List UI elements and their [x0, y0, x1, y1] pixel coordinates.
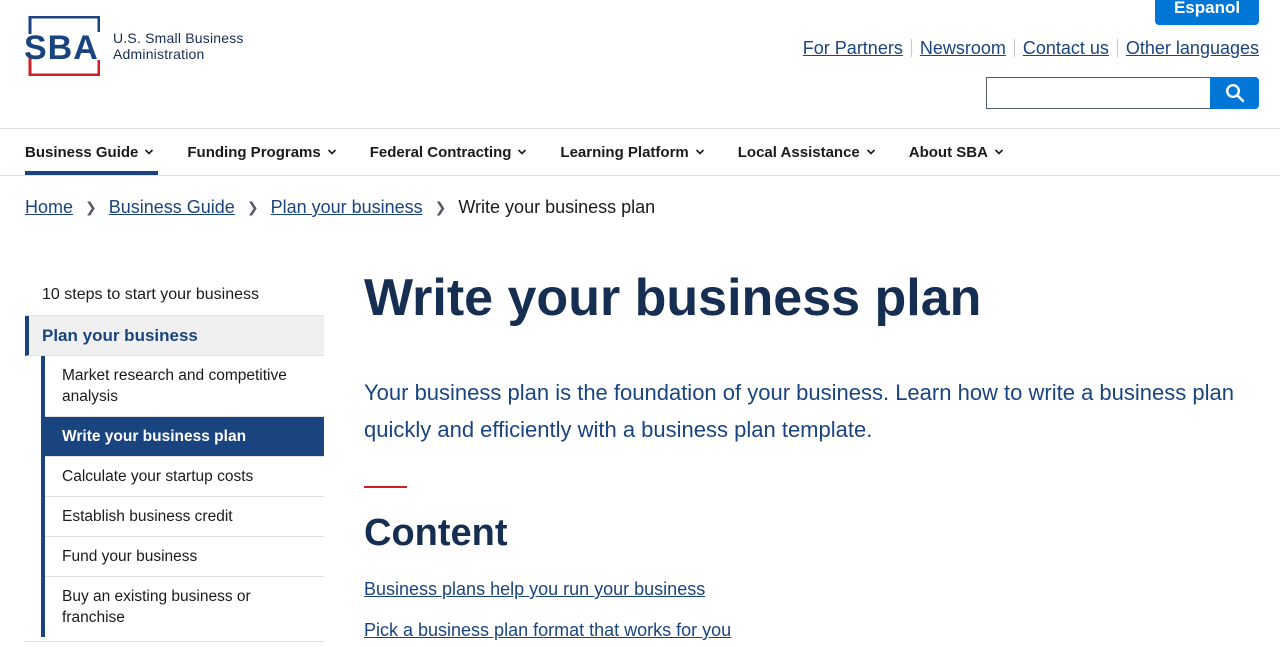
nav-local-assistance[interactable]: Local Assistance: [738, 129, 876, 175]
for-partners-link[interactable]: For Partners: [795, 37, 911, 59]
page-title: Write your business plan: [364, 269, 982, 327]
chevron-down-icon: [866, 149, 875, 155]
sidenav-sublist: Market research and competitive analysis…: [41, 356, 324, 637]
espanol-button[interactable]: Espanol: [1155, 0, 1259, 25]
breadcrumb: Home ❯ Business Guide ❯ Plan your busine…: [25, 197, 655, 218]
sba-logo[interactable]: SBA: [24, 16, 100, 76]
nav-learning-platform[interactable]: Learning Platform: [560, 129, 704, 175]
other-languages-link[interactable]: Other languages: [1118, 37, 1259, 59]
chevron-down-icon: [994, 149, 1003, 155]
search-icon: [1225, 83, 1244, 103]
search-form: [986, 77, 1259, 109]
logo-line-1: U.S. Small Business: [113, 30, 244, 46]
search-button[interactable]: [1210, 77, 1259, 109]
content-links: Business plans help you run your busines…: [364, 578, 1264, 641]
nav-about-sba[interactable]: About SBA: [909, 129, 1004, 175]
breadcrumb-current: Write your business plan: [458, 197, 656, 217]
toc-link-pick-format[interactable]: Pick a business plan format that works f…: [364, 619, 1264, 641]
breadcrumb-home-link[interactable]: Home: [25, 197, 73, 218]
sidenav-item-market-research[interactable]: Market research and competitive analysis: [45, 356, 324, 417]
sidenav-item-fund-your-business[interactable]: Fund your business: [45, 537, 324, 577]
svg-text:SBA: SBA: [24, 29, 99, 67]
chevron-right-icon: ❯: [434, 199, 447, 215]
sidenav-item-plan-your-business[interactable]: Plan your business: [25, 316, 324, 356]
content-heading: Content: [364, 512, 508, 554]
contact-us-link[interactable]: Contact us: [1015, 37, 1117, 59]
intro-text: Your business plan is the foundation of …: [364, 380, 1234, 442]
nav-label: Federal Contracting: [369, 143, 512, 161]
nav-funding-programs[interactable]: Funding Programs: [187, 129, 336, 175]
chevron-right-icon: ❯: [85, 199, 97, 215]
utility-links: For Partners Newsroom Contact us Other l…: [795, 37, 1259, 59]
nav-federal-contracting[interactable]: Federal Contracting: [370, 129, 528, 175]
sidenav-item-startup-costs[interactable]: Calculate your startup costs: [45, 457, 324, 497]
sidenav-item-10-steps[interactable]: 10 steps to start your business: [25, 274, 324, 316]
newsroom-link[interactable]: Newsroom: [912, 37, 1014, 59]
breadcrumb-business-guide-link[interactable]: Business Guide: [109, 197, 235, 218]
logo-line-2: Administration: [113, 46, 205, 62]
nav-label: Funding Programs: [187, 143, 321, 161]
search-input[interactable]: [986, 77, 1211, 109]
chevron-down-icon: [695, 149, 704, 155]
toc-link-business-plans-help[interactable]: Business plans help you run your busines…: [364, 578, 1264, 600]
sidenav-item-buy-existing-business[interactable]: Buy an existing business or franchise: [45, 577, 324, 637]
logo-text[interactable]: U.S. Small Business Administration: [113, 30, 244, 62]
chevron-down-icon: [518, 149, 527, 155]
nav-business-guide[interactable]: Business Guide: [25, 129, 159, 175]
chevron-down-icon: [145, 149, 154, 155]
chevron-down-icon: [327, 149, 336, 155]
site-header: SBA U.S. Small Business Administration E…: [0, 0, 1280, 128]
nav-label: About SBA: [908, 143, 988, 161]
nav-label: Local Assistance: [737, 143, 860, 161]
divider: [25, 641, 324, 642]
side-navigation: 10 steps to start your business Plan you…: [25, 274, 324, 642]
chevron-right-icon: ❯: [246, 199, 259, 215]
breadcrumb-plan-your-business-link[interactable]: Plan your business: [271, 197, 423, 218]
nav-label: Learning Platform: [560, 143, 689, 161]
main-content: Write your business plan Your business p…: [364, 264, 1264, 641]
accent-divider: [364, 486, 407, 488]
nav-label: Business Guide: [25, 143, 139, 161]
sidenav-item-write-business-plan[interactable]: Write your business plan: [45, 417, 324, 457]
main-navigation: Business Guide Funding Programs Federal …: [0, 128, 1280, 176]
sidenav-item-business-credit[interactable]: Establish business credit: [45, 497, 324, 537]
